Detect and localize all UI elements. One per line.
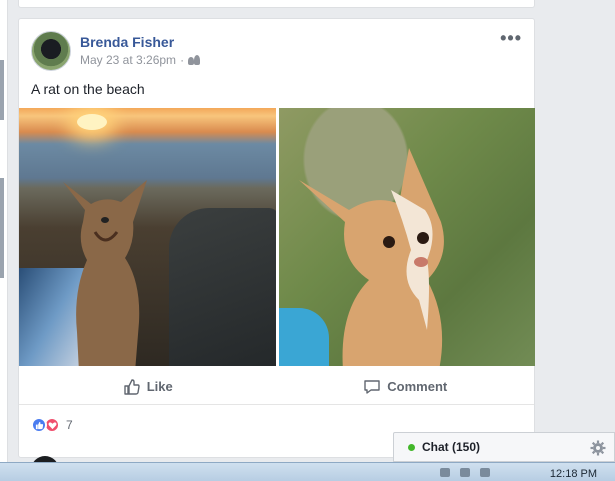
chat-label: Chat (150) [422, 440, 481, 454]
previous-post-card [18, 0, 535, 8]
os-taskbar: 12:18 PM [0, 462, 615, 481]
author-avatar[interactable] [31, 31, 71, 71]
tray-icon[interactable] [480, 468, 490, 477]
gear-icon[interactable] [590, 440, 606, 456]
person-leg [169, 208, 276, 366]
tray-icon[interactable] [460, 468, 470, 477]
post-meta: May 23 at 3:26pm · [80, 53, 201, 67]
reaction-summary[interactable]: 7 [31, 417, 73, 433]
left-scroll-indicator [0, 60, 4, 120]
comment-label: Comment [387, 379, 448, 394]
post-timestamp-link[interactable]: May 23 at 3:26pm [80, 53, 176, 67]
chat-sidebar-toggle[interactable]: Chat (150) [393, 432, 615, 462]
chihuahua-portrait [299, 148, 444, 366]
chihuahua-silhouette [63, 180, 147, 366]
comment-composer [31, 456, 71, 481]
post-photo-beach[interactable] [19, 108, 276, 366]
post-options-button[interactable]: ••• [500, 29, 522, 47]
like-button[interactable]: Like [19, 369, 277, 404]
thumbs-up-icon [124, 378, 140, 395]
feed-post: Brenda Fisher May 23 at 3:26pm · ••• A r… [18, 18, 535, 481]
sun-glow [77, 114, 107, 130]
meta-separator: · [180, 53, 185, 67]
comment-bubble-icon [364, 379, 380, 394]
friends-icon[interactable] [188, 55, 201, 65]
reaction-count: 7 [66, 418, 73, 432]
left-scroll-indicator [0, 178, 4, 278]
left-sidebar-strip [0, 0, 8, 481]
post-header: Brenda Fisher May 23 at 3:26pm · ••• [31, 29, 522, 73]
post-actions: Like Comment [19, 369, 534, 405]
system-tray [440, 468, 490, 477]
taskbar-clock[interactable]: 12:18 PM [550, 468, 597, 480]
like-label: Like [146, 379, 173, 394]
post-photo-grass[interactable] [279, 108, 535, 366]
author-name-link[interactable]: Brenda Fisher [80, 34, 174, 50]
online-status-dot [408, 443, 415, 451]
post-text: A rat on the beach [31, 81, 145, 97]
comment-button[interactable]: Comment [277, 369, 535, 404]
like-reaction-icon [31, 417, 47, 433]
tray-icon[interactable] [440, 468, 450, 477]
